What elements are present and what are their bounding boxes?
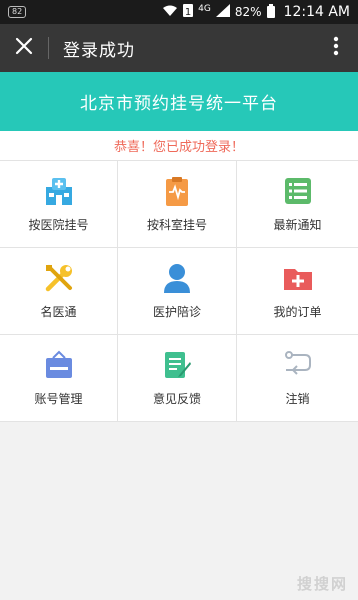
status-indicators: 1 4G 82% 12:14 AM — [162, 3, 350, 21]
menu-item-escort-service[interactable]: 医护陪诊 — [118, 248, 237, 335]
battery-icon — [266, 3, 275, 21]
menu-item-latest-notice[interactable]: 最新通知 — [237, 161, 358, 248]
signal-icon — [215, 4, 230, 20]
menu-item-label: 最新通知 — [273, 218, 322, 232]
page-title: 登录成功 — [63, 40, 135, 61]
menu-item-department-booking[interactable]: 按科室挂号 — [118, 161, 237, 248]
hospital-icon — [45, 178, 72, 205]
sim-icon: 1 — [183, 4, 194, 20]
clock: 12:14 AM — [283, 4, 350, 20]
watermark: 搜搜网 — [296, 575, 348, 593]
menu-item-feedback[interactable]: 意见反馈 — [118, 335, 237, 422]
login-success-message: 恭喜！您已成功登录！ — [0, 131, 358, 161]
folder-plus-icon — [283, 269, 312, 290]
battery-percent: 82% — [234, 5, 262, 19]
signboard-icon — [45, 350, 72, 378]
menu-item-hospital-booking[interactable]: 按医院挂号 — [0, 161, 118, 248]
menu-item-label: 按科室挂号 — [146, 218, 207, 232]
menu-item-account-management[interactable]: 账号管理 — [0, 335, 118, 422]
menu-grid: 按医院挂号 按科室挂号 最新通知 名医通 医护陪诊 我的订单 账号管理 意见反馈… — [0, 161, 358, 422]
logout-icon — [284, 351, 311, 375]
notification-badge: 82 — [8, 6, 27, 18]
platform-banner: 北京市预约挂号统一平台 — [0, 72, 358, 131]
tools-icon — [45, 265, 72, 292]
more-options-button[interactable] — [314, 24, 358, 72]
app-bar-divider — [48, 37, 49, 59]
clipboard-pulse-icon — [166, 177, 188, 206]
list-icon — [284, 178, 311, 204]
menu-item-label: 医护陪诊 — [152, 305, 201, 319]
status-bar: 82 1 4G 82% 12:14 AM — [0, 0, 358, 24]
menu-item-my-orders[interactable]: 我的订单 — [237, 248, 358, 335]
menu-item-logout[interactable]: 注销 — [237, 335, 358, 422]
menu-item-label: 按医院挂号 — [28, 218, 89, 232]
menu-item-label: 账号管理 — [34, 392, 83, 406]
wifi-icon — [162, 5, 178, 20]
menu-item-label: 意见反馈 — [152, 392, 201, 406]
close-button[interactable] — [0, 24, 48, 72]
svg-text:1: 1 — [185, 7, 191, 17]
menu-item-label: 名医通 — [40, 305, 77, 319]
more-vertical-icon — [333, 36, 339, 60]
person-icon — [164, 264, 190, 293]
edit-document-icon — [165, 352, 191, 378]
menu-item-label: 我的订单 — [273, 305, 322, 319]
menu-item-famous-doctor[interactable]: 名医通 — [0, 248, 118, 335]
app-bar: 登录成功 — [0, 24, 358, 72]
menu-item-label: 注销 — [285, 392, 310, 406]
network-type: 4G — [198, 4, 211, 14]
close-icon — [15, 37, 33, 59]
